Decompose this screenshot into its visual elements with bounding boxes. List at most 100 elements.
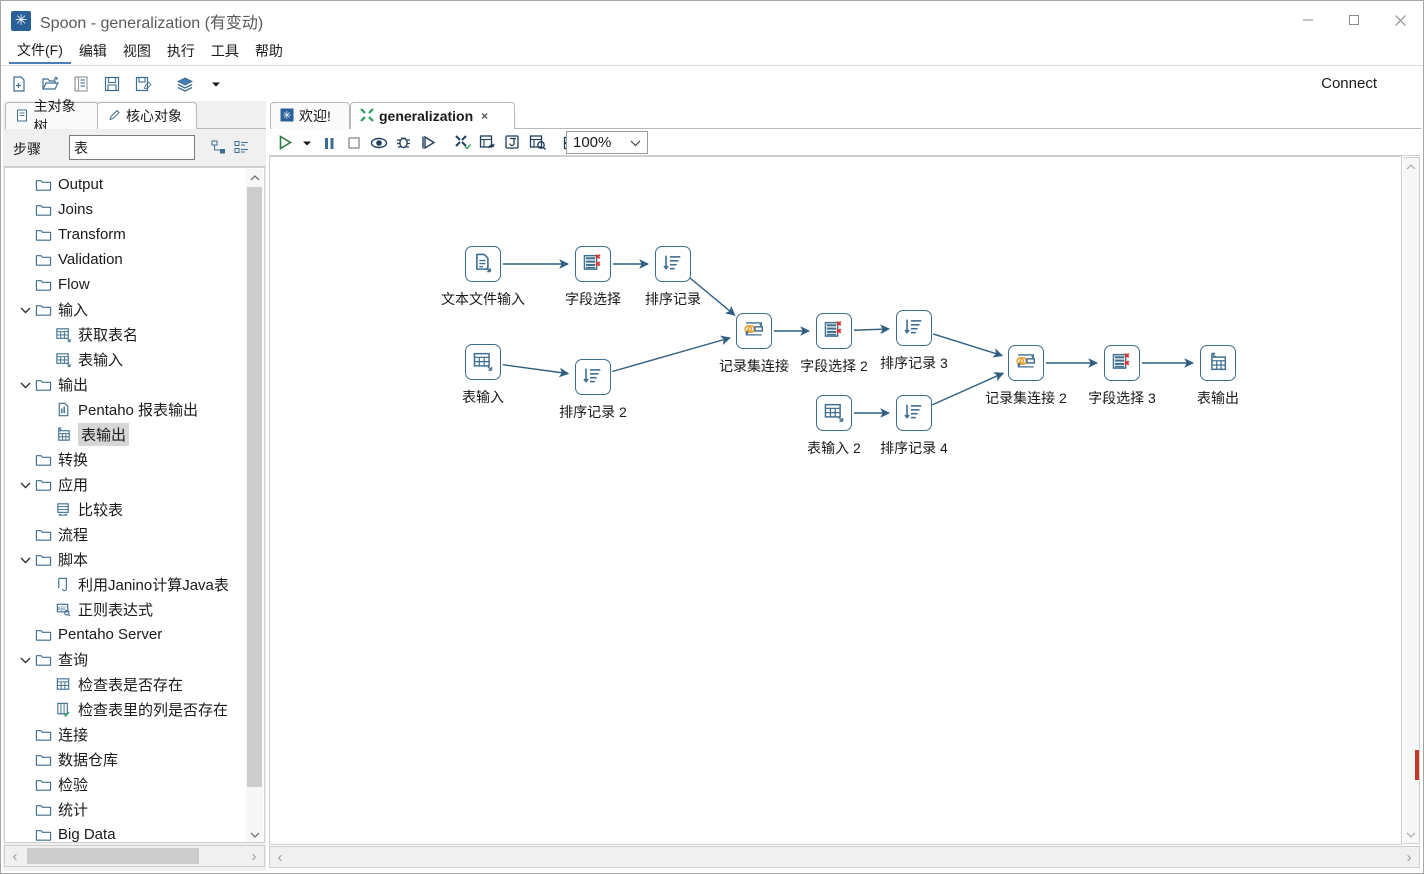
- pause-icon[interactable]: [317, 131, 340, 154]
- tree-item-20[interactable]: 检查表是否存在: [5, 672, 243, 697]
- canvas-scroll-left-icon[interactable]: ‹: [270, 848, 290, 867]
- impact-analysis-icon[interactable]: [476, 131, 499, 154]
- tree-item-9[interactable]: Pentaho 报表输出: [5, 397, 243, 422]
- tree-item-5[interactable]: 输入: [5, 297, 243, 322]
- scroll-left-icon[interactable]: ‹: [5, 846, 25, 866]
- tree-item-16[interactable]: 利用Janino计算Java表: [5, 572, 243, 597]
- tree-item-14[interactable]: 流程: [5, 522, 243, 547]
- tree-item-26[interactable]: Big Data: [5, 822, 243, 842]
- replay-icon[interactable]: [417, 131, 440, 154]
- graph-node-n7[interactable]: [816, 313, 852, 349]
- tree-item-25[interactable]: 统计: [5, 797, 243, 822]
- canvas-horizontal-scrollbar[interactable]: ‹ ›: [269, 846, 1420, 868]
- tree-item-22[interactable]: 连接: [5, 722, 243, 747]
- canvas-scroll-down-icon[interactable]: [1403, 826, 1419, 843]
- tree-item-11[interactable]: 转换: [5, 447, 243, 472]
- save-icon[interactable]: [98, 70, 126, 98]
- tab-core-objects[interactable]: 核心对象: [97, 102, 197, 129]
- save-as-icon[interactable]: [129, 70, 157, 98]
- connect-button[interactable]: Connect: [1321, 75, 1377, 92]
- close-icon[interactable]: [1377, 1, 1423, 39]
- minimize-icon[interactable]: [1285, 1, 1331, 39]
- preview-icon[interactable]: [367, 131, 390, 154]
- tree-item-10[interactable]: 表输出: [5, 422, 243, 447]
- new-file-icon[interactable]: [5, 70, 33, 98]
- run-icon[interactable]: [274, 131, 297, 154]
- tree-item-0[interactable]: Output: [5, 172, 243, 197]
- graph-node-n5[interactable]: [575, 359, 611, 395]
- graph-node-n6[interactable]: [736, 313, 772, 349]
- debug-icon[interactable]: [392, 131, 415, 154]
- tree-item-8[interactable]: 输出: [5, 372, 243, 397]
- explore-database-icon[interactable]: [526, 131, 549, 154]
- graph-edge-n5-n6[interactable]: [612, 335, 731, 373]
- graph-node-n4[interactable]: [465, 344, 501, 380]
- tree-item-17[interactable]: ABC 正则表达式: [5, 597, 243, 622]
- transformation-canvas[interactable]: 文本文件输入 字段选择 排序记录 表输入 排序记录 2 记录集连接 字段选择 2 排序记录 3…: [269, 156, 1402, 845]
- tree-item-1[interactable]: Joins: [5, 197, 243, 222]
- expand-tree-icon[interactable]: [209, 138, 228, 157]
- graph-node-n10[interactable]: [896, 395, 932, 431]
- tree-item-2[interactable]: Transform: [5, 222, 243, 247]
- menu-item-edit[interactable]: 编辑: [71, 39, 115, 63]
- graph-edge-n4-n5[interactable]: [502, 364, 570, 378]
- tab-main-object-tree[interactable]: 主对象树: [5, 98, 99, 134]
- open-file-icon[interactable]: [36, 70, 64, 98]
- graph-node-n1[interactable]: [465, 246, 501, 282]
- tree-hscrollbar-thumb[interactable]: [27, 848, 199, 864]
- explorer-icon[interactable]: [67, 70, 95, 98]
- layers-icon[interactable]: [171, 70, 199, 98]
- scroll-up-icon[interactable]: [246, 169, 263, 186]
- menu-item-run[interactable]: 执行: [159, 39, 203, 63]
- chevron-down-icon[interactable]: [17, 477, 33, 493]
- tab-generalization[interactable]: generalization ×: [350, 102, 515, 129]
- tree-item-15[interactable]: 脚本: [5, 547, 243, 572]
- chevron-down-icon[interactable]: [17, 652, 33, 668]
- tree-item-3[interactable]: Validation: [5, 247, 243, 272]
- tree-item-4[interactable]: Flow: [5, 272, 243, 297]
- dropdown-arrow-icon[interactable]: [202, 70, 230, 98]
- tree-item-7[interactable]: 表输入: [5, 347, 243, 372]
- tree-item-12[interactable]: 应用: [5, 472, 243, 497]
- scroll-right-icon[interactable]: ›: [244, 846, 264, 866]
- menu-item-file[interactable]: 文件(F): [9, 38, 71, 64]
- menu-item-tools[interactable]: 工具: [203, 39, 247, 63]
- chevron-down-icon[interactable]: [17, 302, 33, 318]
- menu-item-view[interactable]: 视图: [115, 39, 159, 63]
- tab-welcome[interactable]: ✳ 欢迎!: [270, 102, 350, 129]
- step-search-input[interactable]: [69, 135, 195, 160]
- maximize-icon[interactable]: [1331, 1, 1377, 39]
- graph-edge-n7-n8[interactable]: [853, 324, 890, 335]
- chevron-down-icon[interactable]: [17, 377, 33, 393]
- graph-node-n3[interactable]: [655, 246, 691, 282]
- tree-scrollbar-thumb[interactable]: [247, 187, 262, 787]
- stop-icon[interactable]: [342, 131, 365, 154]
- close-icon[interactable]: ×: [481, 109, 488, 123]
- tree-item-6[interactable]: 获取表名: [5, 322, 243, 347]
- run-options-dropdown-icon[interactable]: [299, 131, 315, 154]
- canvas-scroll-up-icon[interactable]: [1403, 158, 1419, 175]
- scroll-down-icon[interactable]: [246, 826, 263, 842]
- tree-item-24[interactable]: 检验: [5, 772, 243, 797]
- tree-vertical-scrollbar[interactable]: [246, 169, 263, 842]
- graph-node-n12[interactable]: [1104, 345, 1140, 381]
- graph-node-n9[interactable]: [816, 395, 852, 431]
- zoom-level-select[interactable]: 100%: [566, 131, 648, 154]
- tree-item-23[interactable]: 数据仓库: [5, 747, 243, 772]
- chevron-down-icon[interactable]: [17, 552, 33, 568]
- canvas-scroll-right-icon[interactable]: ›: [1399, 848, 1419, 867]
- collapse-tree-icon[interactable]: [232, 138, 251, 157]
- tree-item-21[interactable]: 检查表里的列是否存在: [5, 697, 243, 722]
- tree-item-18[interactable]: Pentaho Server: [5, 622, 243, 647]
- verify-icon[interactable]: [451, 131, 474, 154]
- tree-item-19[interactable]: 查询: [5, 647, 243, 672]
- graph-node-n11[interactable]: [1008, 345, 1044, 381]
- graph-node-n8[interactable]: [896, 310, 932, 346]
- canvas-vertical-scrollbar[interactable]: [1403, 157, 1420, 844]
- generate-sql-icon[interactable]: [501, 131, 524, 154]
- menu-item-help[interactable]: 帮助: [247, 39, 291, 63]
- graph-node-n13[interactable]: [1200, 345, 1236, 381]
- tree-item-13[interactable]: 比较表: [5, 497, 243, 522]
- tree-horizontal-scrollbar[interactable]: ‹ ›: [4, 845, 265, 867]
- graph-node-n2[interactable]: [575, 246, 611, 282]
